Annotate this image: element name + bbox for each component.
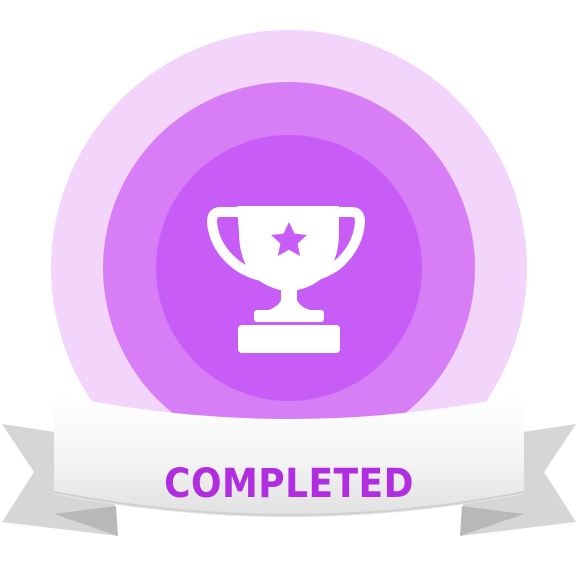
completed-label: COMPLETED bbox=[164, 461, 414, 507]
completed-badge: COMPLETED bbox=[0, 0, 578, 578]
